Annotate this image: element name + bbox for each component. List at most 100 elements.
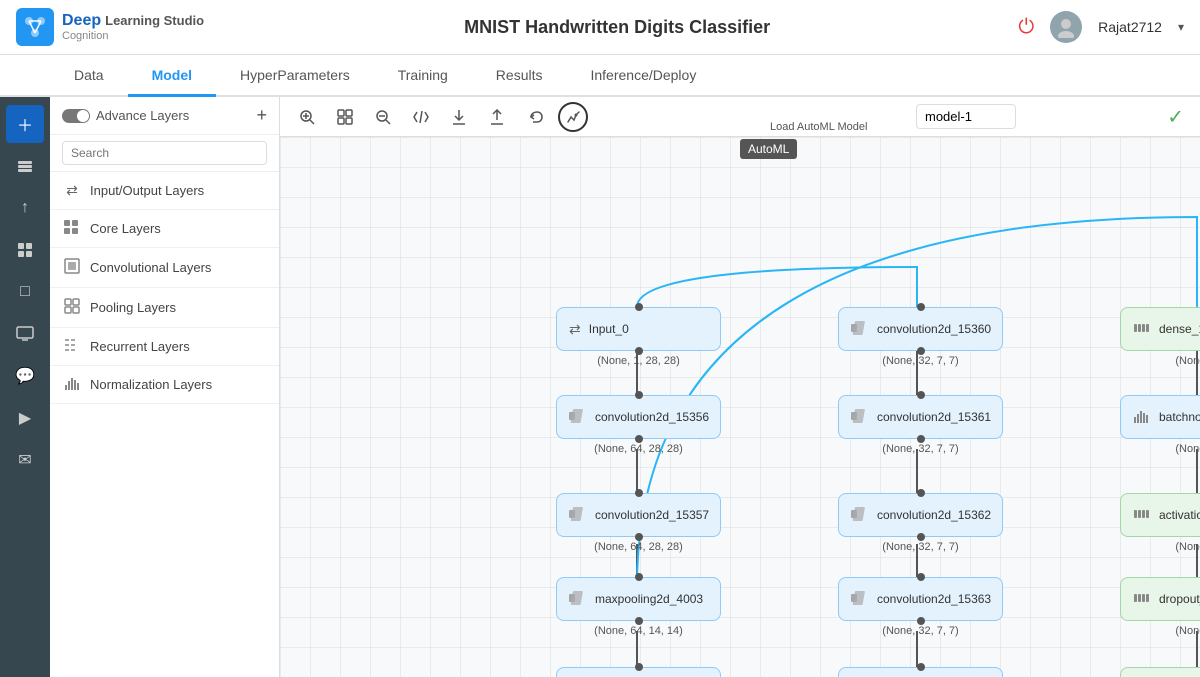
layer-category-convolutional[interactable]: Convolutional Layers [50, 248, 279, 288]
node-activation7937[interactable]: activation_7937 [1120, 493, 1200, 537]
normalization-label: Normalization Layers [90, 377, 212, 392]
node-dense10996[interactable]: dense_10996 [1120, 307, 1200, 351]
tab-training[interactable]: Training [374, 55, 472, 97]
maxpool4003-label: maxpooling2d_4003 [595, 592, 703, 606]
tab-results[interactable]: Results [472, 55, 567, 97]
sidebar-icon-upload[interactable]: ↑ [6, 189, 44, 227]
node-conv15362[interactable]: convolution2d_15362 [838, 493, 1003, 537]
conv15363-icon [851, 591, 869, 608]
activation7937-label: activation_7937 [1159, 508, 1200, 522]
user-name[interactable]: Rajat2712 [1098, 19, 1162, 35]
conv15363-label: convolution2d_15363 [877, 592, 991, 606]
core-label: Core Layers [90, 221, 161, 236]
automl-button[interactable] [558, 102, 588, 132]
conv15357-icon [569, 507, 587, 524]
node-dot-bottom-conv15357 [635, 533, 643, 541]
node-dot-top-conv15363 [917, 573, 925, 581]
node-dot-bottom-input0 [635, 347, 643, 355]
node-dot-top-input0 [635, 303, 643, 311]
conv15356-dims: (None, 64, 28, 28) [556, 443, 721, 455]
node-dot-top-maxpool4003 [635, 573, 643, 581]
core-icon [62, 220, 82, 237]
node-conv15361[interactable]: convolution2d_15361 [838, 395, 1003, 439]
sidebar-icon-plus[interactable]: ＋ [6, 105, 44, 143]
sidebar-icon-monitor[interactable] [6, 315, 44, 353]
node-dense10997[interactable]: dense_10997 [1120, 667, 1200, 677]
input0-icon: ⇄ [569, 321, 581, 338]
node-dot-top-conv15356 [635, 391, 643, 399]
sidebar-icon-mail[interactable]: ✉ [6, 441, 44, 479]
conv15363-dims: (None, 32, 7, 7) [838, 625, 1003, 637]
conv15361-icon [851, 409, 869, 426]
layer-category-pooling[interactable]: Pooling Layers [50, 288, 279, 328]
layer-category-normalization[interactable]: Normalization Layers [50, 366, 279, 404]
node-dropout4712[interactable]: dropout_4712 [1120, 577, 1200, 621]
zoom-out-button[interactable] [368, 102, 398, 132]
power-button[interactable]: ⏻ [1018, 16, 1034, 39]
tab-hyperparameters[interactable]: HyperParameters [216, 55, 374, 97]
node-dot-bottom-conv15363 [917, 617, 925, 625]
canvas-area: AutoML Load AutoML Model model-1 ✓ [280, 97, 1200, 677]
sidebar-icon-square[interactable]: □ [6, 273, 44, 311]
undo-button[interactable] [520, 102, 550, 132]
conv15361-dims: (None, 32, 7, 7) [838, 443, 1003, 455]
node-dot-bottom-conv15361 [917, 435, 925, 443]
node-dot-top-conv15357 [635, 489, 643, 497]
dropout4712-icon [1133, 591, 1151, 608]
node-maxpool4005[interactable]: maxpooling2d_4005 [838, 667, 1003, 677]
conv15362-dims: (None, 32, 7, 7) [838, 541, 1003, 553]
input0-dims: (None, 1, 28, 28) [556, 355, 721, 367]
node-dot-top-conv15360 [917, 303, 925, 311]
node-conv15360[interactable]: convolution2d_15360 [838, 307, 1003, 351]
download-button[interactable] [444, 102, 474, 132]
node-maxpool4003[interactable]: maxpooling2d_4003 [556, 577, 721, 621]
conv15360-label: convolution2d_15360 [877, 322, 991, 336]
node-dot-bottom-conv15360 [917, 347, 925, 355]
conv15360-dims: (None, 32, 7, 7) [838, 355, 1003, 367]
node-conv15357[interactable]: convolution2d_15357 [556, 493, 721, 537]
header-right: ⏻ Rajat2712 ▾ [1018, 11, 1184, 43]
node-input0[interactable]: ⇄ Input_0 [556, 307, 721, 351]
upload-button[interactable] [482, 102, 512, 132]
tab-inference[interactable]: Inference/Deploy [566, 55, 720, 97]
activation7937-dims: (None, 1024) [1120, 541, 1200, 553]
user-dropdown-icon[interactable]: ▾ [1178, 20, 1184, 34]
logo-studio: Learning Studio [105, 13, 204, 29]
code-view-button[interactable] [406, 102, 436, 132]
node-conv15356[interactable]: convolution2d_15356 [556, 395, 721, 439]
canvas-toolbar: AutoML Load AutoML Model model-1 ✓ [280, 97, 1200, 137]
sidebar-icon-layers[interactable] [6, 147, 44, 185]
search-input[interactable] [62, 141, 267, 165]
diagram-canvas[interactable]: ⇄ Input_0 (None, 1, 28, 28) convolution2… [280, 137, 1200, 677]
recurrent-icon [62, 338, 82, 355]
tab-model[interactable]: Model [128, 55, 216, 97]
advance-layers-toggle[interactable]: Advance Layers [62, 108, 189, 123]
sidebar-icon-chat[interactable]: 💬 [6, 357, 44, 395]
toggle-switch-icon [62, 109, 90, 123]
tab-data[interactable]: Data [50, 55, 128, 97]
node-conv15358[interactable]: convolution2d_15358 [556, 667, 721, 677]
batchnorm7313-dims: (None, 1024) [1120, 443, 1200, 455]
avatar [1050, 11, 1082, 43]
layer-category-core[interactable]: Core Layers [50, 210, 279, 248]
conv15362-label: convolution2d_15362 [877, 508, 991, 522]
node-conv15363[interactable]: convolution2d_15363 [838, 577, 1003, 621]
sidebar-icon-grid[interactable] [6, 231, 44, 269]
recurrent-label: Recurrent Layers [90, 339, 190, 354]
node-dot-top-conv15362 [917, 489, 925, 497]
layer-category-recurrent[interactable]: Recurrent Layers [50, 328, 279, 366]
fit-view-button[interactable] [330, 102, 360, 132]
conv15362-icon [851, 507, 869, 524]
sidebar-icon-play[interactable]: ▶ [6, 399, 44, 437]
add-layer-button[interactable]: + [256, 105, 267, 126]
conv15356-label: convolution2d_15356 [595, 410, 709, 424]
zoom-in-button[interactable] [292, 102, 322, 132]
dense10996-label: dense_10996 [1159, 322, 1200, 336]
node-batchnorm7313[interactable]: batchnormalization_7313 [1120, 395, 1200, 439]
layer-category-input-output[interactable]: ⇄ Input/Output Layers [50, 172, 279, 210]
header: Deep Learning Studio Cognition MNIST Han… [0, 0, 1200, 55]
conv15357-label: convolution2d_15357 [595, 508, 709, 522]
dense10996-dims: (None, 1024) [1120, 355, 1200, 367]
logo-cognition: Cognition [62, 30, 204, 43]
input-output-label: Input/Output Layers [90, 183, 204, 198]
